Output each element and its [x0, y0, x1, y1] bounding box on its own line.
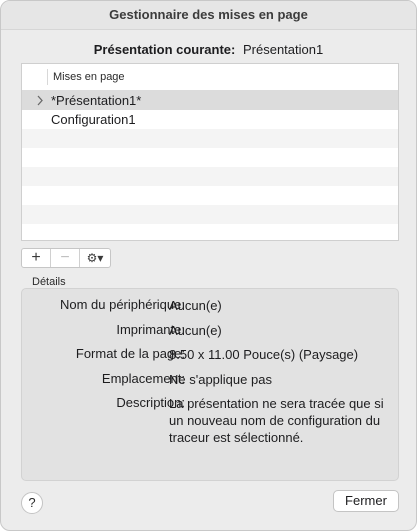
- list-toolbar: + − ⚙▾: [21, 248, 111, 268]
- list-header-label: Mises en page: [53, 71, 125, 83]
- details-section-label: Détails: [32, 276, 66, 288]
- list-item-configuration1[interactable]: Configuration1: [22, 110, 398, 129]
- details-panel: Nom du périphérique: Aucun(e) Imprimante…: [21, 288, 399, 481]
- empty-row: [22, 186, 398, 205]
- detail-value: Aucun(e): [169, 323, 222, 338]
- empty-row: [22, 148, 398, 167]
- detail-value: Ne s'applique pas: [169, 372, 272, 387]
- empty-row: [22, 129, 398, 148]
- remove-button[interactable]: −: [51, 249, 80, 267]
- empty-row: [22, 224, 398, 240]
- detail-value: La présentation ne sera tracée que si un…: [169, 396, 384, 445]
- gear-menu-button[interactable]: ⚙▾: [80, 249, 110, 267]
- list-item-label: *Présentation1*: [51, 93, 142, 108]
- add-button[interactable]: +: [22, 249, 51, 267]
- page-setup-manager-window: Gestionnaire des mises en page Présentat…: [0, 0, 417, 531]
- list-item-presentation1[interactable]: *Présentation1*: [22, 91, 398, 110]
- detail-value: Aucun(e): [169, 298, 222, 313]
- page-setups-list[interactable]: Mises en page *Présentation1* Configurat…: [21, 63, 399, 241]
- empty-row: [22, 167, 398, 186]
- current-layout-label: Présentation courante:: [93, 42, 236, 57]
- current-layout-value: Présentation1: [242, 42, 324, 57]
- detail-key: Nom du périphérique:: [59, 297, 185, 312]
- help-button[interactable]: ?: [21, 492, 43, 514]
- disclosure-chevron-icon[interactable]: [35, 91, 47, 110]
- close-button[interactable]: Fermer: [333, 490, 399, 512]
- detail-value: 8.50 x 11.00 Pouce(s) (Paysage): [169, 347, 359, 362]
- column-separator: [47, 69, 48, 85]
- list-item-label: Configuration1: [51, 112, 136, 127]
- empty-row: [22, 205, 398, 224]
- current-layout: Présentation courante: Présentation1: [1, 42, 416, 57]
- window-title: Gestionnaire des mises en page: [1, 1, 416, 30]
- list-column-header[interactable]: Mises en page: [22, 64, 398, 91]
